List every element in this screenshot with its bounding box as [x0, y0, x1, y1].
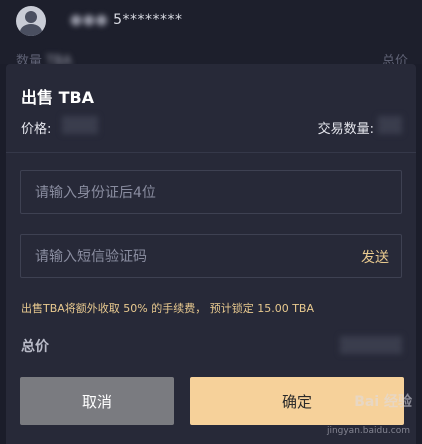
user-name-suffix: 5********	[113, 12, 183, 28]
quantity-value-blurred	[378, 116, 402, 134]
avatar	[16, 6, 46, 36]
fee-note: 出售TBA将额外收取 50% 的手续费， 预计锁定 15.00 TBA	[21, 302, 315, 315]
watermark-url: jingyan.baidu.com	[326, 426, 410, 436]
cancel-button-label: 取消	[81, 392, 112, 411]
user-name: ●●● 5********	[70, 12, 183, 28]
price-value-blurred	[62, 116, 98, 134]
total-label: 总价	[21, 339, 49, 355]
send-code-button[interactable]: 发送	[361, 247, 389, 267]
watermark-logo: Bai 经验	[354, 394, 412, 410]
sms-code-field: 发送	[20, 234, 402, 279]
sell-sheet: 出售 TBA 价格: 交易数量: 发送 出售TBA将额外收取 50% 的手续费，…	[6, 64, 416, 444]
total-value-blurred	[340, 336, 402, 354]
cancel-button[interactable]: 取消	[20, 377, 174, 425]
id-last4-field	[20, 170, 402, 215]
confirm-button-label: 确定	[281, 392, 312, 411]
sheet-title: 出售 TBA	[21, 88, 95, 107]
sms-code-input[interactable]	[33, 235, 337, 279]
divider	[6, 152, 416, 153]
price-label: 价格:	[21, 122, 52, 137]
user-name-blurred: ●●●	[70, 12, 109, 28]
id-last4-input[interactable]	[33, 171, 337, 215]
quantity-label: 交易数量:	[317, 122, 374, 137]
